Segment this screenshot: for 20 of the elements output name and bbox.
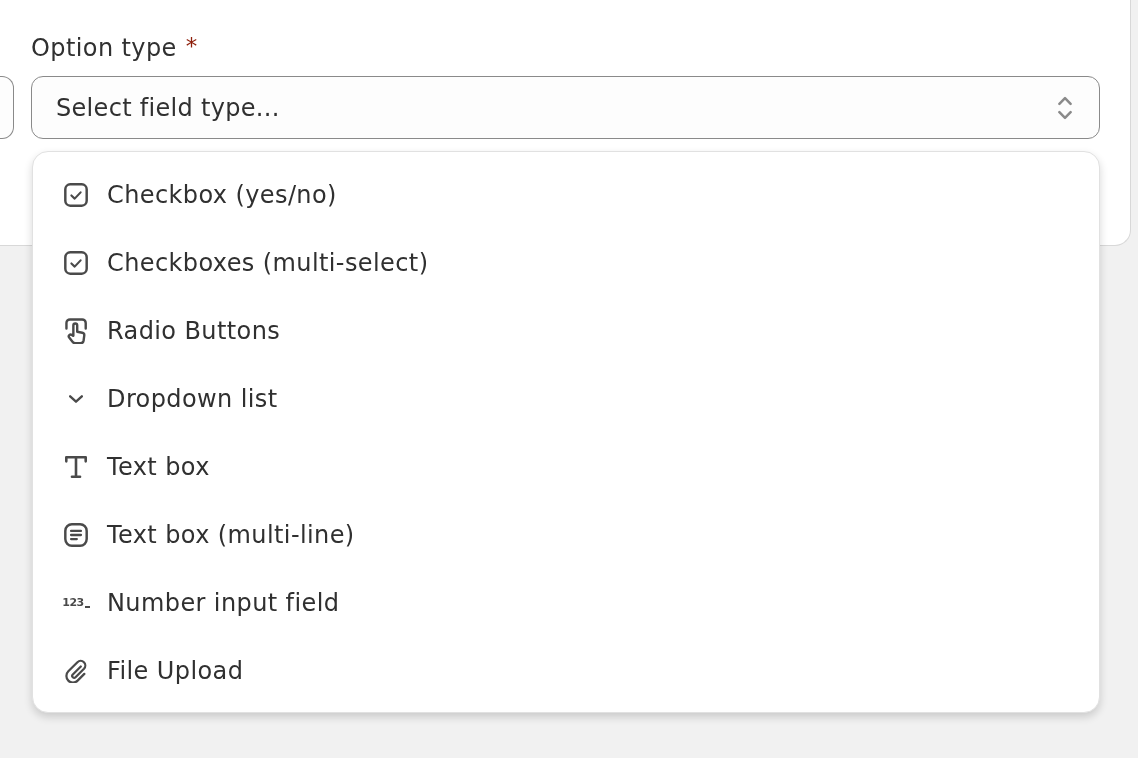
- menu-item[interactable]: Text box: [33, 433, 1099, 501]
- chevron-down-icon: [69, 395, 83, 403]
- letter-t-icon: [65, 456, 87, 478]
- menu-item[interactable]: Dropdown list: [33, 365, 1099, 433]
- menu-item[interactable]: Text box (multi-line): [33, 501, 1099, 569]
- paperclip-icon: [64, 659, 88, 683]
- menu-item[interactable]: Checkboxes (multi-select): [33, 229, 1099, 297]
- text-lines-icon: [64, 523, 88, 547]
- required-mark: *: [185, 33, 198, 59]
- checkbox-icon: [64, 183, 88, 207]
- checkbox-icon: [64, 251, 88, 275]
- chevron-up-down-icon: [1058, 95, 1072, 120]
- hand-pointer-icon: [65, 318, 87, 344]
- select-field[interactable]: Select field type...: [31, 76, 1100, 139]
- input-field[interactable]: [0, 76, 14, 139]
- menu-item[interactable]: Checkbox (yes/no): [33, 161, 1099, 229]
- menu-item[interactable]: Radio Buttons: [33, 297, 1099, 365]
- field-label: Option type: [31, 34, 177, 62]
- menu-item[interactable]: File Upload: [33, 637, 1099, 705]
- menu-item[interactable]: 123 Number input field: [33, 569, 1099, 637]
